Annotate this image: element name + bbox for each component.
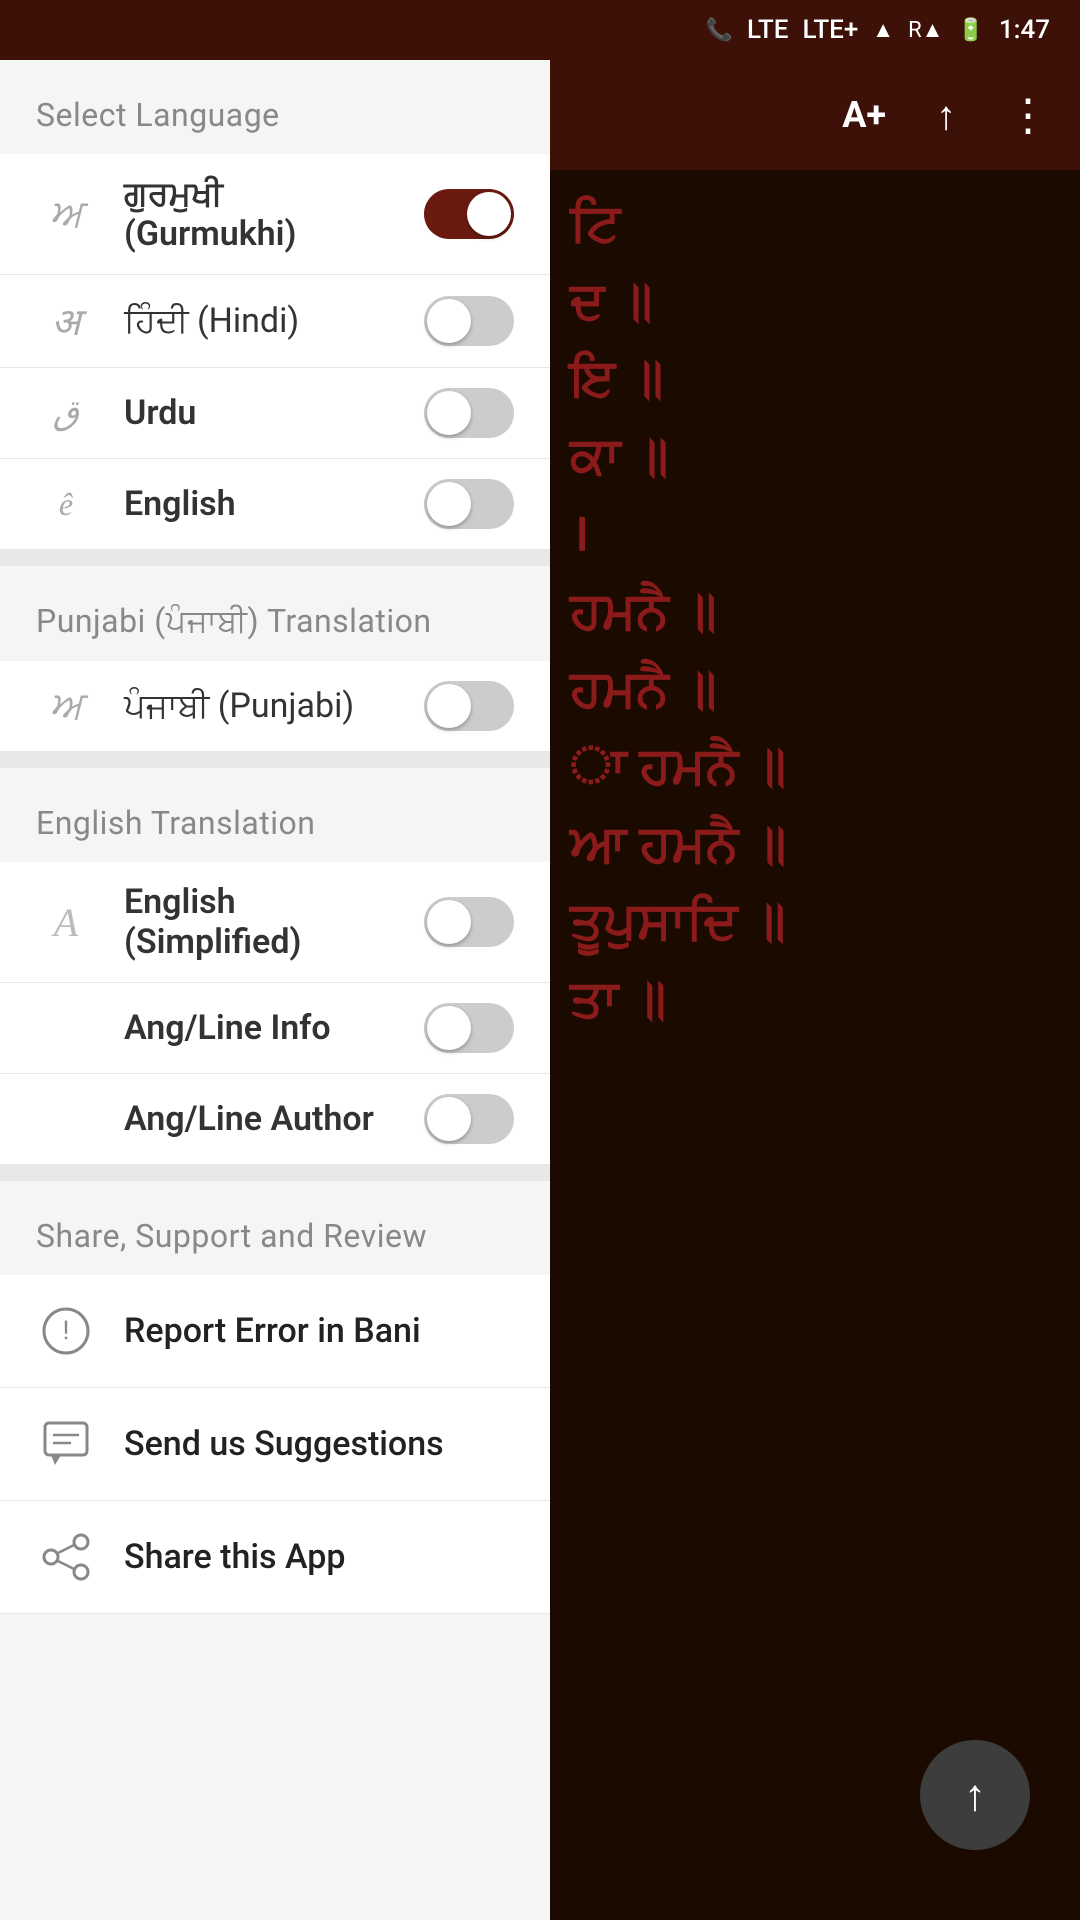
share-app-label: Share this App bbox=[124, 1537, 345, 1577]
scripture-line-4: ਕਾ ॥ bbox=[570, 423, 1050, 491]
scripture-line-10: ਤੂਪੁਸਾਦਿ ॥ bbox=[570, 888, 1050, 956]
signal-icon: ▲ bbox=[872, 17, 894, 43]
english-toggle-knob bbox=[427, 482, 471, 526]
punjabi-label: ਪੰਜਾਬੀ (Punjabi) bbox=[124, 686, 396, 726]
ang-line-author-label: Ang/Line Author bbox=[124, 1099, 396, 1139]
scripture-line-5: । bbox=[570, 500, 1050, 568]
share-icon bbox=[36, 1527, 96, 1587]
lte-label: LTE bbox=[747, 15, 788, 45]
english-toggle[interactable] bbox=[424, 479, 514, 529]
ang-line-author-row[interactable]: Ang/Line Author bbox=[0, 1074, 550, 1165]
scripture-line-8: ਾ ਹਮਨੈ ॥ bbox=[570, 733, 1050, 801]
punjabi-translation-header: Punjabi (ਪੰਜਾਬੀ) Translation bbox=[0, 566, 550, 661]
gurmukhi-row[interactable]: ਅ ਗੁਰਮੁਖੀ (Gurmukhi) bbox=[0, 154, 550, 275]
urdu-icon: ق bbox=[36, 393, 96, 433]
hindi-icon: अ bbox=[36, 295, 96, 347]
urdu-toggle[interactable] bbox=[424, 388, 514, 438]
english-simplified-row[interactable]: A English (Simplified) bbox=[0, 862, 550, 983]
svg-text:!: ! bbox=[63, 1316, 70, 1346]
english-row[interactable]: ê English bbox=[0, 459, 550, 550]
report-error-label: Report Error in Bani bbox=[124, 1311, 421, 1351]
english-simplified-label: English (Simplified) bbox=[124, 882, 396, 962]
signal-r-icon: R▲ bbox=[908, 17, 943, 43]
punjabi-toggle[interactable] bbox=[424, 681, 514, 731]
divider-2 bbox=[0, 752, 550, 768]
ang-line-info-label: Ang/Line Info bbox=[124, 1008, 396, 1048]
english-simplified-toggle[interactable] bbox=[424, 897, 514, 947]
hindi-toggle-knob bbox=[427, 299, 471, 343]
ang-line-info-row[interactable]: Ang/Line Info bbox=[0, 983, 550, 1074]
battery-icon: 🔋 bbox=[957, 18, 984, 43]
select-language-header: Select Language bbox=[0, 60, 550, 154]
gurmukhi-icon: ਅ bbox=[36, 192, 96, 236]
scripture-content: ਟਿ ਦ ॥ ਇ ॥ ਕਾ ॥ । ਹਮਨੈ ॥ ਹਮਨੈ ॥ ਾ ਹਮਨੈ ॥… bbox=[540, 170, 1080, 1920]
urdu-row[interactable]: ق Urdu bbox=[0, 368, 550, 459]
scripture-line-2: ਦ ॥ bbox=[570, 268, 1050, 336]
fab-up-icon: ↑ bbox=[964, 1769, 986, 1821]
urdu-toggle-knob bbox=[427, 391, 471, 435]
report-error-icon: ! bbox=[36, 1301, 96, 1361]
gurmukhi-toggle[interactable] bbox=[424, 189, 514, 239]
more-options-button[interactable]: ⋮ bbox=[1006, 89, 1050, 141]
hindi-row[interactable]: अ ਹਿੰਦੀ (Hindi) bbox=[0, 275, 550, 368]
urdu-label: Urdu bbox=[124, 393, 396, 433]
scripture-line-7: ਹਮਨੈ ॥ bbox=[570, 656, 1050, 724]
ang-line-author-toggle-knob bbox=[427, 1097, 471, 1141]
suggestions-icon bbox=[36, 1414, 96, 1474]
scripture-line-1: ਟਿ bbox=[570, 190, 1050, 258]
divider-3 bbox=[0, 1165, 550, 1181]
english-simplified-icon: A bbox=[36, 899, 96, 946]
ang-line-info-toggle[interactable] bbox=[424, 1003, 514, 1053]
suggestions-label: Send us Suggestions bbox=[124, 1424, 444, 1464]
gurmukhi-label: ਗੁਰਮੁਖੀ (Gurmukhi) bbox=[124, 174, 396, 254]
settings-drawer: Select Language ਅ ਗੁਰਮੁਖੀ (Gurmukhi) अ ਹ… bbox=[0, 60, 550, 1920]
scripture-line-11: ਤਾ ॥ bbox=[570, 966, 1050, 1034]
share-app-row[interactable]: Share this App bbox=[0, 1501, 550, 1614]
scroll-fab[interactable]: ↑ bbox=[920, 1740, 1030, 1850]
divider-1 bbox=[0, 550, 550, 566]
report-error-row[interactable]: ! Report Error in Bani bbox=[0, 1275, 550, 1388]
punjabi-toggle-knob bbox=[427, 684, 471, 728]
english-translation-header: English Translation bbox=[0, 768, 550, 862]
ang-line-info-toggle-knob bbox=[427, 1006, 471, 1050]
gurmukhi-toggle-knob bbox=[467, 192, 511, 236]
time-display: 1:47 bbox=[999, 15, 1050, 45]
status-bar: 📞 LTE LTE+ ▲ R▲ 🔋 1:47 bbox=[0, 0, 1080, 60]
scripture-line-9: ਆ ਹਮਨੈ ॥ bbox=[570, 811, 1050, 879]
lte-plus-label: LTE+ bbox=[802, 15, 858, 45]
english-simplified-toggle-knob bbox=[427, 900, 471, 944]
scripture-line-6: ਹਮਨੈ ॥ bbox=[570, 578, 1050, 646]
scroll-up-button[interactable]: ↑ bbox=[936, 92, 956, 139]
english-icon: ê bbox=[36, 486, 96, 523]
punjabi-row[interactable]: ਅ ਪੰਜਾਬੀ (Punjabi) bbox=[0, 661, 550, 752]
ang-line-author-toggle[interactable] bbox=[424, 1094, 514, 1144]
font-size-button[interactable]: A+ bbox=[842, 94, 886, 136]
hindi-toggle[interactable] bbox=[424, 296, 514, 346]
phone-icon: 📞 bbox=[706, 18, 733, 43]
scripture-line-3: ਇ ॥ bbox=[570, 345, 1050, 413]
suggestions-row[interactable]: Send us Suggestions bbox=[0, 1388, 550, 1501]
hindi-label: ਹਿੰਦੀ (Hindi) bbox=[124, 301, 396, 341]
share-support-header: Share, Support and Review bbox=[0, 1181, 550, 1275]
punjabi-icon: ਅ bbox=[36, 684, 96, 728]
english-label: English bbox=[124, 484, 396, 524]
